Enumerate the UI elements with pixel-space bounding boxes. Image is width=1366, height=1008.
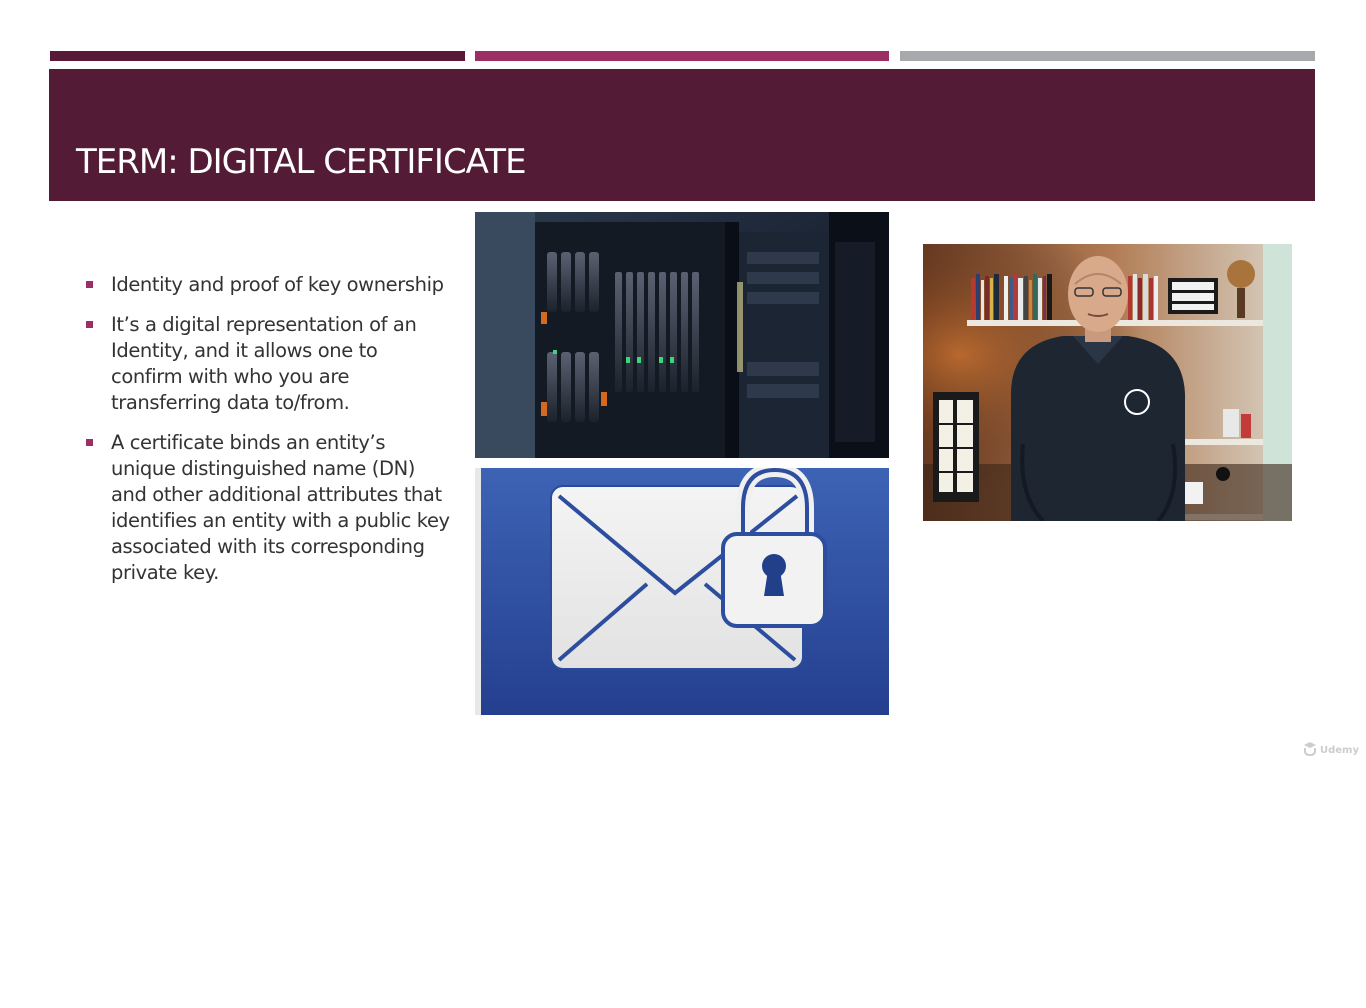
slide-title: TERM: DIGITAL CERTIFICATE [76, 142, 527, 182]
server-rack-image [475, 212, 889, 458]
title-banner: TERM: DIGITAL CERTIFICATE [49, 69, 1315, 201]
bullet-item: It’s a digital representation of an Iden… [84, 312, 454, 416]
accent-bar-gray [900, 51, 1315, 61]
slide-canvas: TERM: DIGITAL CERTIFICATE Identity and p… [0, 0, 1366, 1008]
square-bullet-icon [86, 281, 93, 288]
accent-bar-dark [50, 51, 465, 61]
square-bullet-icon [86, 439, 93, 446]
udemy-watermark: Udemy [1303, 742, 1359, 759]
watermark-text: Udemy [1320, 745, 1359, 756]
presenter-video [923, 244, 1292, 521]
accent-bar-magenta [475, 51, 889, 61]
bullet-list: Identity and proof of key ownership It’s… [84, 272, 454, 600]
bullet-item: A certificate binds an entity’s unique d… [84, 430, 454, 586]
bullet-text: It’s a digital representation of an Iden… [111, 313, 417, 414]
udemy-logo-icon [1303, 742, 1317, 759]
email-lock-image [475, 468, 889, 715]
square-bullet-icon [86, 321, 93, 328]
bullet-item: Identity and proof of key ownership [84, 272, 454, 298]
bullet-text: A certificate binds an entity’s unique d… [111, 431, 450, 584]
bullet-text: Identity and proof of key ownership [111, 273, 444, 296]
email-lock-icon [475, 468, 889, 715]
